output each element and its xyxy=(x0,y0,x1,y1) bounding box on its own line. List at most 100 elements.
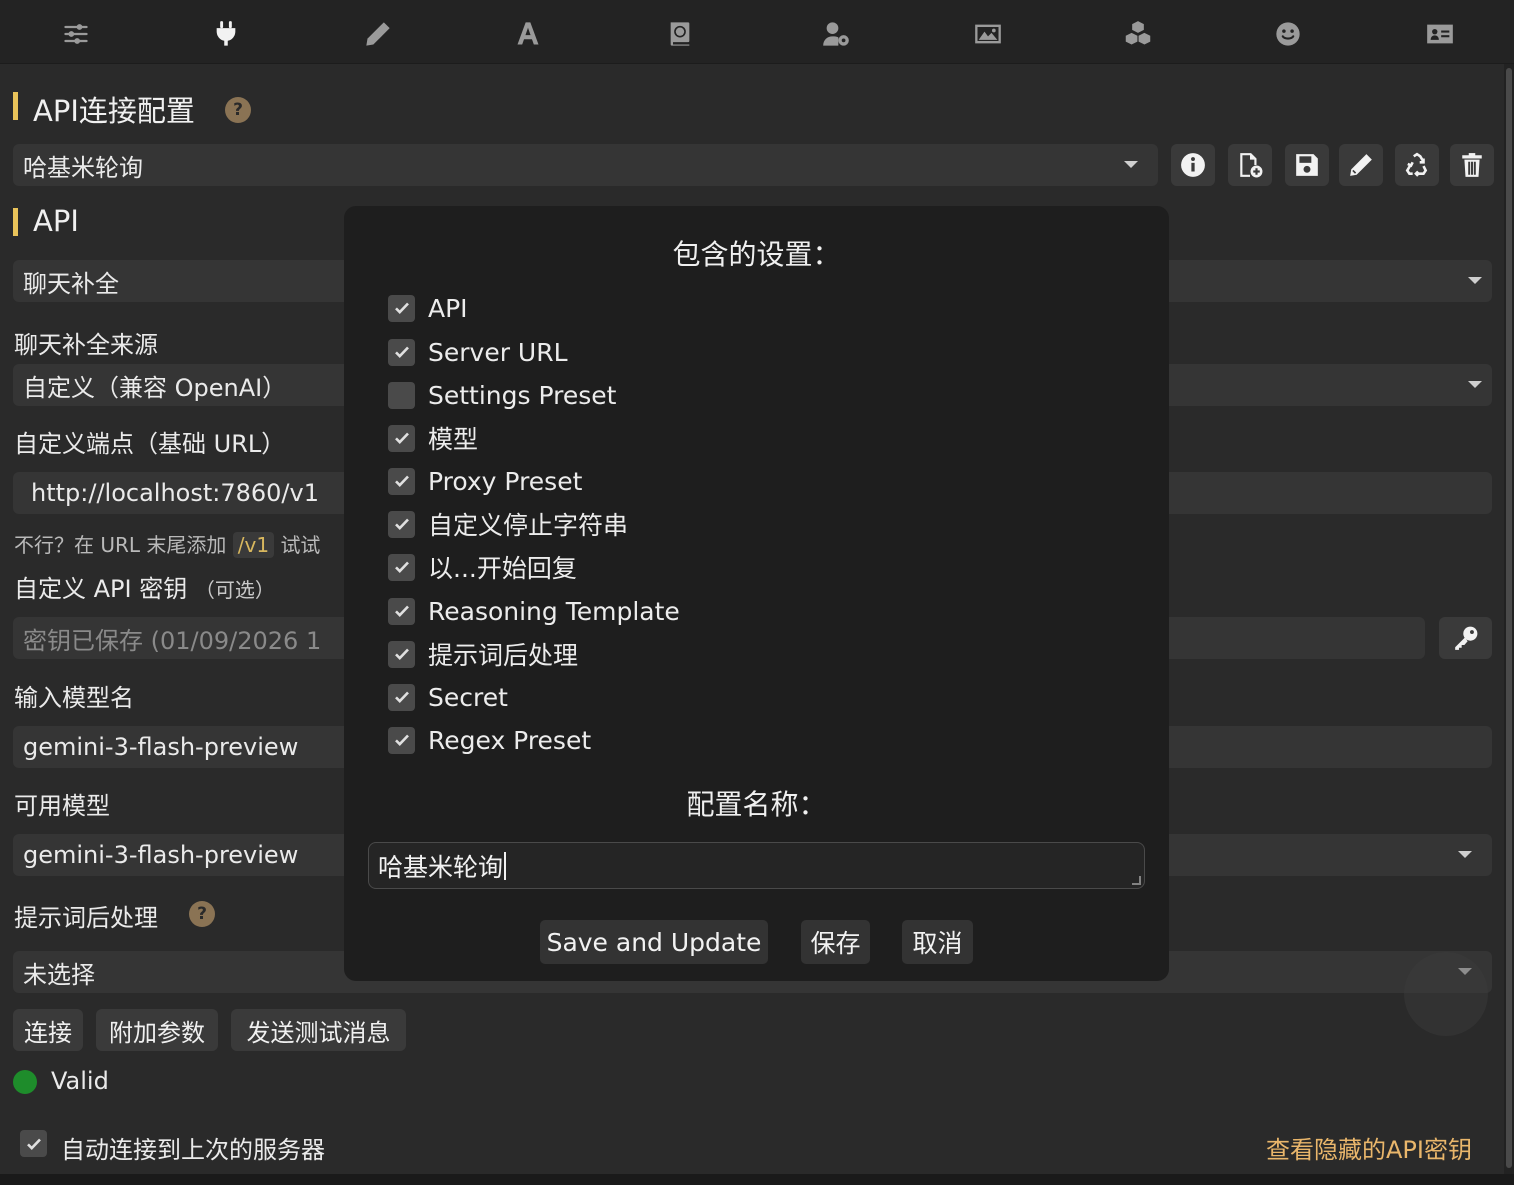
user-gear-icon[interactable] xyxy=(816,14,856,54)
help-icon[interactable]: ? xyxy=(189,901,215,927)
chat-source-label: 聊天补全来源 xyxy=(14,331,158,359)
custom-endpoint-label: 自定义端点（基础 URL） xyxy=(14,430,286,458)
profile-delete-button[interactable] xyxy=(1450,144,1494,186)
cubes-icon[interactable] xyxy=(1118,14,1158,54)
save-button[interactable]: 保存 xyxy=(801,920,870,964)
profile-name-title: 配置名称： xyxy=(686,788,827,821)
id-card-icon[interactable] xyxy=(1420,14,1460,54)
connection-profile-value: 哈基米轮询 xyxy=(23,153,143,182)
api-key-label-text: 自定义 API 密钥 xyxy=(14,575,188,603)
pencil-icon[interactable] xyxy=(358,14,398,54)
check-icon xyxy=(394,648,409,661)
connect-button[interactable]: 连接 xyxy=(13,1009,83,1051)
setting-checkbox[interactable] xyxy=(388,726,415,754)
prompt-postprocessing-value: 未选择 xyxy=(23,960,95,989)
cancel-button[interactable]: 取消 xyxy=(902,920,973,964)
check-icon xyxy=(394,734,409,747)
api-key-label: 自定义 API 密钥 （可选） xyxy=(14,569,275,604)
setting-label: Regex Preset xyxy=(428,725,592,755)
auto-connect-label: 自动连接到上次的服务器 xyxy=(61,1136,325,1164)
check-icon xyxy=(394,475,409,488)
setting-option[interactable]: Regex Preset xyxy=(388,725,591,755)
chevron-down-icon xyxy=(1468,381,1482,388)
profile-reload-button[interactable] xyxy=(1395,144,1439,186)
setting-option[interactable]: 自定义停止字符串 xyxy=(388,509,629,540)
check-icon xyxy=(394,605,409,618)
check-icon xyxy=(394,432,409,445)
bottom-edge xyxy=(0,1174,1514,1185)
endpoint-hint: 不行？在 URL 末尾添加 /v1 试试 xyxy=(14,529,320,558)
setting-checkbox[interactable] xyxy=(388,683,415,711)
setting-label: 自定义停止字符串 xyxy=(428,511,629,540)
profile-name-input[interactable]: 哈基米轮询 xyxy=(368,842,1145,889)
api-key-manage-button[interactable] xyxy=(1439,617,1492,659)
plug-icon[interactable] xyxy=(206,14,246,54)
setting-option[interactable]: Proxy Preset xyxy=(388,466,582,496)
setting-checkbox[interactable] xyxy=(388,510,415,538)
included-settings-title: 包含的设置： xyxy=(672,238,841,271)
profile-new-button[interactable] xyxy=(1228,144,1272,186)
sliders-icon[interactable] xyxy=(56,14,96,54)
available-models-label: 可用模型 xyxy=(14,792,110,820)
help-icon[interactable]: ? xyxy=(225,97,251,123)
file-plus-icon xyxy=(1240,153,1263,178)
panel-scrollbar[interactable] xyxy=(1504,64,1514,1174)
check-icon xyxy=(394,691,409,704)
setting-option[interactable]: Settings Preset xyxy=(388,380,616,410)
chat-source-value: 自定义（兼容 OpenAI） xyxy=(23,373,287,402)
setting-checkbox[interactable] xyxy=(388,338,415,366)
auto-connect-checkbox[interactable] xyxy=(20,1130,47,1157)
setting-label: Proxy Preset xyxy=(428,466,583,496)
connection-profile-heading: API连接配置 xyxy=(13,88,195,130)
floating-button[interactable] xyxy=(1404,952,1488,1036)
setting-option[interactable]: Secret xyxy=(388,682,508,712)
setting-checkbox[interactable] xyxy=(388,294,415,322)
image-icon[interactable] xyxy=(968,14,1008,54)
profile-rename-button[interactable] xyxy=(1339,144,1383,186)
profile-save-button[interactable] xyxy=(1285,144,1329,186)
status-indicator xyxy=(13,1070,37,1094)
setting-option[interactable]: Reasoning Template xyxy=(388,596,680,626)
custom-endpoint-value: http://localhost:7860/v1 xyxy=(31,479,319,507)
setting-option[interactable]: 模型 xyxy=(388,423,479,454)
font-icon[interactable] xyxy=(508,14,548,54)
setting-label: Reasoning Template xyxy=(428,596,680,626)
book-atlas-icon[interactable] xyxy=(660,14,700,54)
smile-icon[interactable] xyxy=(1268,14,1308,54)
setting-label: Secret xyxy=(428,682,508,712)
setting-option[interactable]: API xyxy=(388,293,468,323)
setting-checkbox[interactable] xyxy=(388,553,415,581)
prompt-postprocessing-label: 提示词后处理 xyxy=(14,904,158,932)
setting-option[interactable]: Server URL xyxy=(388,337,568,367)
send-test-message-button[interactable]: 发送测试消息 xyxy=(231,1009,406,1051)
model-name-value: gemini-3-flash-preview xyxy=(23,733,299,761)
setting-option[interactable]: 以...开始回复 xyxy=(388,552,577,583)
resize-grip-icon[interactable] xyxy=(1132,876,1141,885)
setting-option[interactable]: 提示词后处理 xyxy=(388,639,579,670)
api-key-placeholder: 密钥已保存 (01/09/2026 1 xyxy=(23,626,322,655)
setting-label: 模型 xyxy=(428,425,479,454)
setting-checkbox[interactable] xyxy=(388,381,415,409)
setting-checkbox[interactable] xyxy=(388,640,415,668)
setting-label: 提示词后处理 xyxy=(428,641,579,670)
additional-params-button[interactable]: 附加参数 xyxy=(96,1009,218,1051)
text-cursor xyxy=(504,851,507,880)
setting-checkbox[interactable] xyxy=(388,424,415,452)
info-icon xyxy=(1181,153,1205,177)
check-icon xyxy=(394,561,409,574)
setting-checkbox[interactable] xyxy=(388,467,415,495)
endpoint-hint-code: /v1 xyxy=(232,532,275,558)
profile-name-value: 哈基米轮询 xyxy=(378,852,504,882)
trash-icon xyxy=(1462,153,1482,177)
view-hidden-keys-link[interactable]: 查看隐藏的API密钥 xyxy=(1266,1130,1472,1165)
available-models-value: gemini-3-flash-preview xyxy=(23,841,299,869)
setting-label: Settings Preset xyxy=(428,380,617,410)
endpoint-hint-prefix: 不行？在 URL 末尾添加 xyxy=(14,533,227,557)
chevron-down-icon xyxy=(1124,161,1138,168)
scrollbar-thumb[interactable] xyxy=(1506,68,1512,1168)
top-nav-bar xyxy=(0,0,1514,64)
setting-checkbox[interactable] xyxy=(388,597,415,625)
save-and-update-button[interactable]: Save and Update xyxy=(540,920,768,964)
profile-info-button[interactable] xyxy=(1171,144,1215,186)
connection-profile-select[interactable]: 哈基米轮询 xyxy=(13,144,1158,186)
